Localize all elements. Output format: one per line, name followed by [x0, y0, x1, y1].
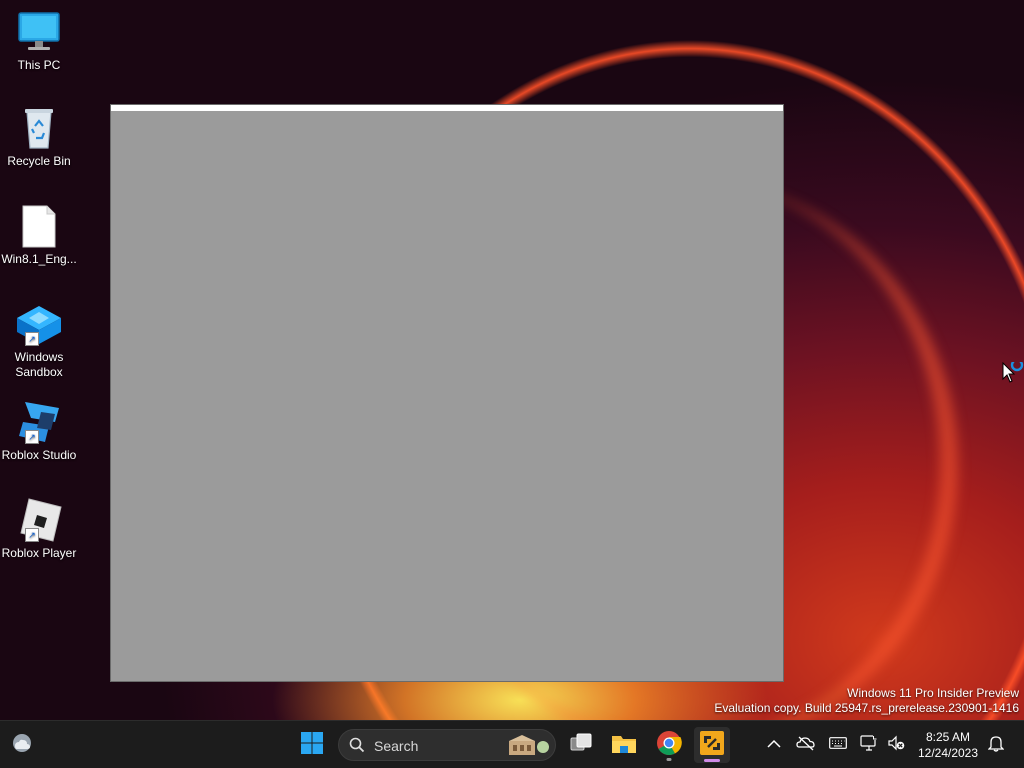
search-highlight-icon — [505, 733, 551, 764]
desktop-icon-label: Recycle Bin — [7, 154, 71, 168]
keyboard-tray-button[interactable] — [826, 733, 850, 757]
sandbox-icon: ↗ — [15, 302, 63, 346]
volume-tray-button[interactable] — [884, 733, 908, 757]
running-indicator — [666, 758, 672, 761]
watermark-build: Evaluation copy. Build 25947.rs_prerelea… — [714, 701, 1019, 715]
desktop-icon-label: This PC — [17, 58, 61, 72]
chevron-up-icon — [767, 736, 781, 754]
onedrive-tray-button[interactable] — [794, 733, 818, 757]
blank-app-window[interactable] — [110, 104, 784, 682]
desktop-icon-this-pc[interactable]: This PC — [0, 10, 78, 73]
roblox-player-icon: ↗ — [15, 498, 63, 542]
taskbar-search-box[interactable]: Search — [338, 729, 556, 761]
file-explorer-icon — [611, 731, 637, 760]
desktop-icon-recycle-bin[interactable]: Recycle Bin — [0, 106, 78, 169]
active-indicator — [704, 759, 720, 762]
desktop-icon-roblox-player[interactable]: ↗ Roblox Player — [0, 498, 78, 561]
start-icon — [300, 731, 324, 760]
notification-bell-icon — [987, 734, 1005, 757]
window-title-bar[interactable] — [111, 105, 783, 111]
notifications-button[interactable] — [984, 733, 1008, 757]
active-app-button[interactable] — [694, 727, 730, 763]
weather-widget-button[interactable] — [4, 727, 40, 763]
busy-cursor-icon — [1002, 358, 1024, 391]
network-tray-button[interactable] — [857, 733, 881, 757]
volume-muted-icon — [887, 735, 905, 756]
clock-date: 12/24/2023 — [917, 746, 979, 760]
desktop-icon-roblox-studio[interactable]: ↗ Roblox Studio — [0, 400, 78, 463]
task-view-button[interactable] — [563, 727, 599, 763]
taskbar: Search 8:25 AM 12/24/2023 — [0, 720, 1024, 768]
shortcut-arrow-icon: ↗ — [25, 430, 39, 444]
desktop: This PC Recycle Bin Win8.1_Eng... ↗ Wind… — [0, 0, 1024, 720]
keyboard-icon — [829, 736, 847, 754]
watermark-edition: Windows 11 Pro Insider Preview — [847, 686, 1019, 700]
search-icon — [349, 737, 365, 758]
chrome-icon — [656, 730, 682, 761]
desktop-icon-label: Roblox Studio — [1, 448, 77, 462]
recycle-bin-icon — [15, 106, 63, 150]
weather-icon — [10, 731, 34, 760]
shortcut-arrow-icon: ↗ — [25, 528, 39, 542]
desktop-icon-windows-sandbox[interactable]: ↗ Windows Sandbox — [0, 302, 78, 380]
monitor-icon — [15, 10, 63, 54]
active-app-icon — [699, 730, 725, 761]
file-explorer-button[interactable] — [606, 727, 642, 763]
onedrive-offline-icon — [796, 735, 816, 756]
task-view-icon — [569, 731, 593, 760]
roblox-studio-icon: ↗ — [15, 400, 63, 444]
desktop-icon-label: Roblox Player — [1, 546, 77, 560]
search-placeholder: Search — [374, 738, 419, 754]
chrome-button[interactable] — [651, 727, 687, 763]
shortcut-arrow-icon: ↗ — [25, 332, 39, 346]
desktop-icon-win81-file[interactable]: Win8.1_Eng... — [0, 204, 78, 267]
desktop-icon-label: Windows Sandbox — [14, 350, 64, 379]
start-button[interactable] — [294, 727, 330, 763]
desktop-icon-label: Win8.1_Eng... — [1, 252, 77, 266]
taskbar-clock[interactable]: 8:25 AM 12/24/2023 — [912, 729, 984, 761]
show-hidden-icons-button[interactable] — [762, 733, 786, 757]
clock-time: 8:25 AM — [925, 730, 971, 744]
network-icon — [860, 734, 878, 756]
file-icon — [15, 204, 63, 248]
evaluation-watermark: Windows 11 Pro Insider Preview Evaluatio… — [714, 686, 1019, 716]
